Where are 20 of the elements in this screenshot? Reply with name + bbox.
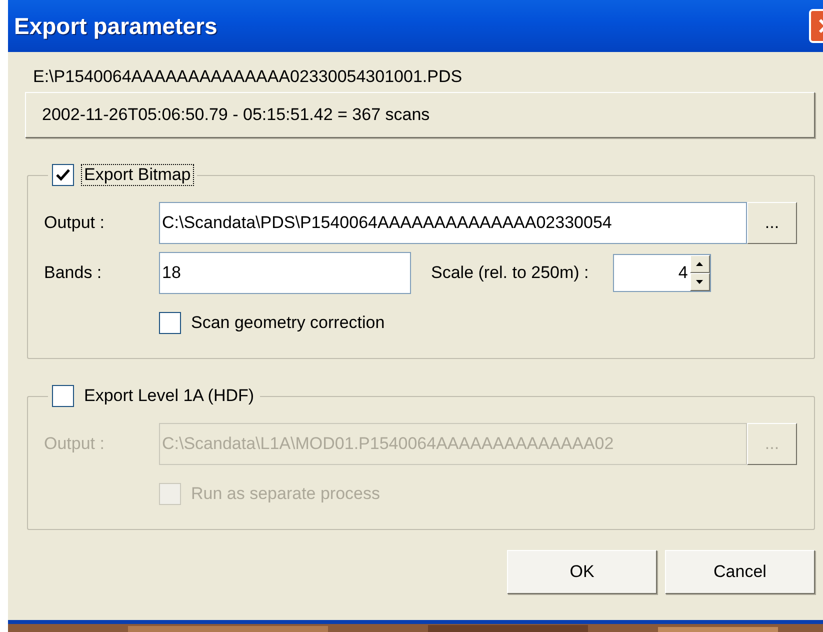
scale-label: Scale (rel. to 250m) : <box>431 263 589 283</box>
bands-field[interactable]: 18 <box>159 252 411 294</box>
output-label: Output : <box>44 213 106 233</box>
checkbox[interactable] <box>159 312 181 334</box>
spin-up-icon[interactable] <box>690 255 710 273</box>
file-path: E:\P1540064AAAAAAAAAAAAAA02330054301001.PDS <box>32 66 464 88</box>
checkbox-label[interactable]: Scan geometry correction <box>189 313 387 333</box>
checkbox[interactable] <box>52 164 74 186</box>
dialog-button[interactable]: Cancel <box>665 550 815 594</box>
scale-spinner[interactable]: 4 <box>612 254 711 292</box>
output-label: Output : <box>44 434 106 454</box>
window-title: Export parameters <box>14 12 218 40</box>
check-icon <box>56 169 70 181</box>
scan-info-button[interactable]: 2002-11-26T05:06:50.79 - 05:15:51.42 = 367 scans <box>25 92 815 138</box>
output-field[interactable]: C:\Scandata\PDS\P1540064AAAAAAAAAAAAAA02330054 <box>159 202 747 244</box>
spin-down-icon[interactable] <box>690 273 710 291</box>
bands-label: Bands : <box>44 263 103 283</box>
browse-button[interactable]: ... <box>747 202 797 244</box>
checkbox-label[interactable]: Export Bitmap <box>82 165 193 185</box>
dialog-button[interactable]: OK <box>507 550 657 594</box>
